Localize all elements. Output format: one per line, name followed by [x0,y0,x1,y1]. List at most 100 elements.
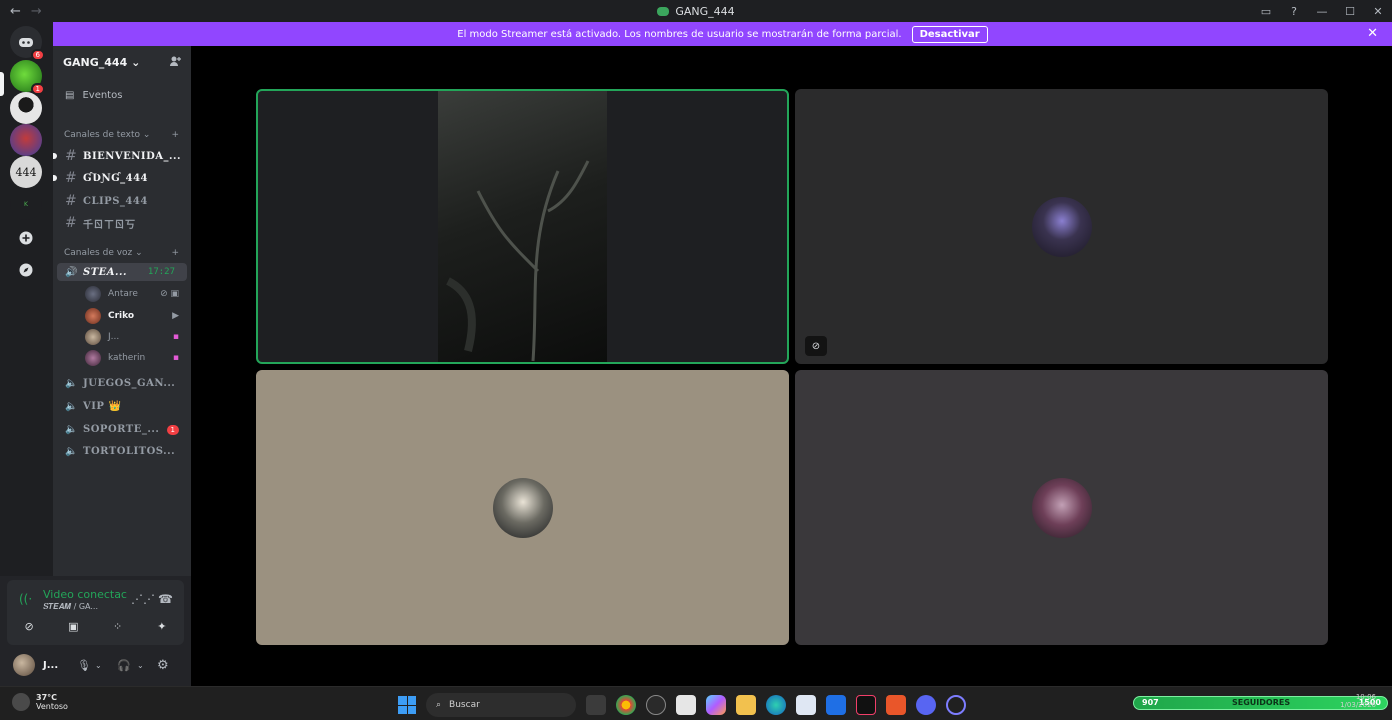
minimize-icon[interactable]: — [1308,5,1336,18]
events-item[interactable]: ▤ Eventos [53,90,191,101]
avatar [85,350,101,366]
tiktok-icon[interactable] [856,695,876,715]
weather-widget[interactable]: 37°C Ventoso [12,693,68,711]
close-icon[interactable]: ✕ [1367,26,1378,41]
speaker-icon: 🔈 [65,446,78,457]
file-explorer-icon[interactable] [736,695,756,715]
store-icon[interactable] [796,695,816,715]
microphone-icon[interactable]: 🎙 [77,659,91,672]
discord-home-icon[interactable]: 6 [10,26,45,61]
settings-gear-icon[interactable]: ⚙ [157,658,169,673]
channel-item[interactable]: # ƓƲƝƓ_444 [53,170,191,186]
video-icon: ▶ [172,311,179,321]
video-stage: ⊘ [191,46,1392,686]
screen-share-icon[interactable]: ▭ [1252,5,1280,18]
channel-sidebar: GANG_444 ⌄ ▤ Eventos Canales de texto ⌄ … [53,46,191,576]
add-member-icon[interactable] [169,55,181,70]
voice-user[interactable]: katherin ▪ [53,350,191,366]
hash-icon: # [65,148,77,164]
server-3[interactable] [10,124,42,156]
maximize-icon[interactable]: ☐ [1336,5,1364,18]
arrow-left-icon[interactable]: ← [10,4,21,19]
task-view-icon[interactable] [586,695,606,715]
close-window-icon[interactable]: ✕ [1364,5,1392,18]
guild-header[interactable]: GANG_444 ⌄ [53,46,191,78]
chevron-down-icon[interactable]: ⌄ [137,661,144,670]
voice-user[interactable]: Criko ▶ [53,308,191,324]
voice-category[interactable]: Canales de voz ⌄ + [53,248,191,258]
voice-user[interactable]: J... ▪ [53,329,191,345]
channel-item[interactable]: # 千ㄖㄒㄖ丂 [53,215,191,231]
channel-item[interactable]: # BIENVENIDA_... [53,148,191,164]
capcut-icon[interactable] [676,695,696,715]
video-tile-speaking[interactable] [256,89,789,364]
speaker-icon: 🔊 [65,266,78,278]
discover-icon[interactable] [10,254,42,286]
noise-suppression-icon[interactable]: ⋰⋰ [131,592,155,606]
video-tile[interactable] [795,370,1328,645]
help-icon[interactable]: ? [1280,5,1308,18]
title-bar: ← → GANG_444 ▭ ? — ☐ ✕ [0,0,1392,22]
weather-icon [12,693,30,711]
server-444[interactable]: 444 [10,156,42,188]
soundboard-icon[interactable]: ✦ [144,616,180,636]
voice-channel-path[interactable]: 𝑺𝑻𝑬𝑨𝑴 / GA... [43,602,98,612]
taskbar-search[interactable]: ⌕ Buscar [426,693,576,717]
text-category[interactable]: Canales de texto ⌄ + [53,130,191,140]
voice-channel[interactable]: 🔈 TORTOLITOS... [53,446,191,457]
camera-off-icon[interactable]: ⊘ [11,616,47,636]
hash-icon: # [65,170,77,186]
activity-icon: ▪ [172,353,179,363]
deactivate-button[interactable]: Desactivar [911,25,988,43]
obs-icon[interactable] [646,695,666,715]
video-tile[interactable] [256,370,789,645]
streamer-mode-banner: El modo Streamer está activado. Los nomb… [53,22,1392,46]
copilot-icon[interactable] [706,695,726,715]
discord-taskbar-icon[interactable] [916,695,936,715]
avatar[interactable] [13,654,35,676]
avatar [85,286,101,302]
voice-channel[interactable]: 🔈 JUEGOS_GAN... [53,378,191,389]
chevron-down-icon[interactable]: ⌄ [95,661,102,670]
headphones-icon[interactable]: 🎧 [117,659,131,672]
chevron-down-icon: ⌄ [135,248,143,258]
voice-channel[interactable]: 🔈 SOPORTE_... 1 [53,424,191,435]
add-channel-icon[interactable]: + [171,248,179,258]
voice-user[interactable]: Antare ⊘ ▣ [53,286,191,302]
home-badge: 6 [30,49,45,61]
add-channel-icon[interactable]: + [171,130,179,140]
video-tile[interactable]: ⊘ [795,89,1328,364]
activity-icon: ▪ [172,332,179,342]
arrow-right-icon[interactable]: → [31,4,42,19]
speaker-icon: 🔈 [65,401,78,412]
signal-icon[interactable]: ((· [19,592,32,606]
username[interactable]: J... [43,660,58,671]
brave-icon[interactable] [886,695,906,715]
edge-icon[interactable] [766,695,786,715]
add-server-icon[interactable] [10,222,42,254]
active-voice-channel[interactable]: 🔊 𝑺𝑻𝑬𝑨... 17:27 [57,263,187,281]
voice-status[interactable]: Video conectac [43,588,127,601]
voice-channel[interactable]: 🔈 VIP 👑 [53,401,191,412]
chrome-icon[interactable] [616,695,636,715]
system-clock[interactable]: 10:06 1/03/2026 [1336,693,1376,709]
speaker-icon: 🔈 [65,378,78,389]
disconnect-icon[interactable]: ☎ [158,592,173,606]
user-info: J... 🎙 ⌄ 🎧 ⌄ ⚙ [7,652,184,678]
photos-icon[interactable] [826,695,846,715]
windows-start-icon[interactable] [398,696,416,714]
voice-actions: ⊘ ▣ ⁘ ✦ [7,616,184,636]
screen-share-icon[interactable]: ▣ [55,616,91,636]
server-5[interactable]: K [10,188,42,220]
activities-icon[interactable]: ⁘ [100,616,136,636]
server-2[interactable] [10,92,42,124]
hash-icon: # [65,215,77,231]
chevron-down-icon: ⌄ [142,130,151,140]
calendar-icon: ▤ [65,90,75,101]
cortana-icon[interactable] [946,695,966,715]
server-gang444[interactable]: 1 [10,60,45,95]
channel-item[interactable]: # CLIPS_444 [53,193,191,209]
active-server-indicator [0,72,4,96]
avatar [1032,197,1092,257]
search-icon: ⌕ [436,700,442,710]
